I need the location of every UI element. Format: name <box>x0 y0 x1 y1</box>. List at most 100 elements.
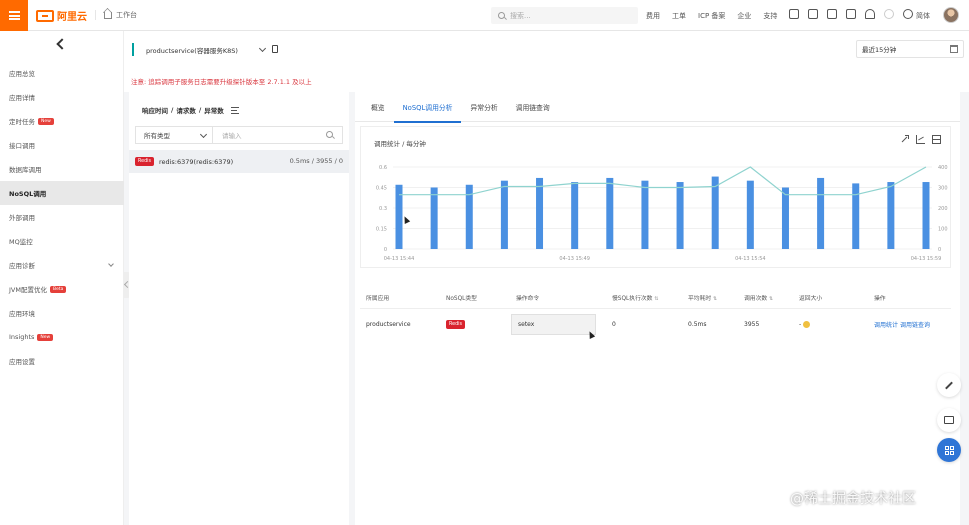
sidebar-item-label: MQ监控 <box>9 238 33 246</box>
sidebar-item[interactable]: JVM配置优化 Beta <box>0 277 124 301</box>
chat-icon <box>944 416 954 424</box>
nav-link-icp[interactable]: ICP 备案 <box>698 11 725 21</box>
nav-link-support[interactable]: 支持 <box>763 11 777 21</box>
chart-bar <box>606 177 614 249</box>
nav-link-tickets[interactable]: 工单 <box>672 11 686 21</box>
message-icon[interactable] <box>827 9 837 19</box>
sidebar-item[interactable]: 应用设置 <box>0 349 124 373</box>
header-sep-2: / <box>198 106 202 114</box>
th-calls[interactable]: 调用次数 ⇅ <box>744 293 773 302</box>
service-header: productservice(容器服务K8S) 最近15分钟 <box>124 31 969 71</box>
header-request-count[interactable]: 请求数 <box>176 105 196 115</box>
sidebar-item-badge: New <box>38 117 54 125</box>
th-slow-count[interactable]: 慢SQL执行次数 ⇅ <box>612 293 659 302</box>
user-avatar[interactable] <box>943 7 959 23</box>
y-right-tick-label: 100 <box>938 227 948 233</box>
line-chart-icon[interactable] <box>916 135 925 144</box>
sidebar-item[interactable]: 外部调用 <box>0 205 124 229</box>
y-right-tick-label: 200 <box>938 206 948 212</box>
top-bar: 阿里云 工作台 搜索... 费用 工单 ICP 备案 企业 支持 简体 <box>0 0 969 31</box>
help-icon[interactable] <box>903 9 913 19</box>
search-icon[interactable] <box>326 131 333 138</box>
service-select[interactable]: productservice(容器服务K8S) <box>141 41 271 58</box>
nav-link-billing[interactable]: 费用 <box>646 11 660 21</box>
sort-icon[interactable]: ⇅ <box>654 296 658 302</box>
sidebar-item[interactable]: 定时任务 New <box>0 109 124 133</box>
header-sep-1: / <box>171 106 174 114</box>
cell-command: setex <box>511 313 596 335</box>
tab-overview[interactable]: 概览 <box>362 92 394 122</box>
edit-float-button[interactable] <box>937 373 961 397</box>
feedback-float-button[interactable] <box>937 408 961 432</box>
chevron-down-icon <box>108 261 114 267</box>
sort-icon[interactable] <box>230 106 239 114</box>
sort-icon[interactable]: ⇅ <box>713 296 717 302</box>
sidebar-item[interactable]: 应用环境 <box>0 301 124 325</box>
logo-text: 阿里云 <box>57 12 87 23</box>
expand-icon[interactable] <box>900 135 909 144</box>
language-switch[interactable]: 简体 <box>916 11 930 21</box>
y-left-tick-label: 0.6 <box>379 165 387 171</box>
chart-bar <box>817 177 825 249</box>
sidebar-item-label: 应用总览 <box>9 70 35 78</box>
sidebar-item[interactable]: MQ监控 <box>0 229 124 253</box>
global-search-input[interactable]: 搜索... <box>491 7 638 24</box>
sidebar-item[interactable]: NoSQL调用 <box>0 181 124 205</box>
back-arrow-icon[interactable] <box>56 38 68 50</box>
service-select-value: productservice(容器服务K8S) <box>146 46 238 55</box>
tab-trace-query[interactable]: 调用链查询 <box>507 92 559 122</box>
th-avg-time[interactable]: 平均耗时 ⇅ <box>688 293 717 302</box>
sidebar-item[interactable]: Insights New <box>0 325 124 349</box>
sidebar-item[interactable]: 数据库调用 <box>0 157 124 181</box>
nav-link-enterprise[interactable]: 企业 <box>737 11 751 21</box>
instance-list-header: 响应时间 / 请求数 / 异常数 <box>142 105 239 115</box>
operation-table: 所属应用 NoSQL类型 操作命令 慢SQL执行次数 ⇅ 平均耗时 ⇅ 调用次数… <box>360 287 951 339</box>
type-filter-select[interactable]: 所有类型 <box>136 127 213 143</box>
apps-float-button[interactable] <box>937 438 961 462</box>
sidebar-item-label: 定时任务 <box>9 118 35 126</box>
th-slow-count-label: 慢SQL执行次数 <box>612 296 653 302</box>
analysis-panel: 概览 NoSQL调用分析 异常分析 调用链查询 调用统计 / 每分钟 0 0.15… <box>355 92 960 525</box>
screen-icon[interactable] <box>808 9 818 19</box>
table-view-icon[interactable] <box>932 135 941 144</box>
sidebar-item-label: 应用诊断 <box>9 262 35 270</box>
aliyun-logo[interactable]: 阿里云 <box>36 8 87 23</box>
sidebar-item[interactable]: 应用详情 <box>0 85 124 109</box>
header-error-count[interactable]: 异常数 <box>204 105 224 115</box>
instance-list-item[interactable]: Redis redis:6379(redis:6379) 0.5ms / 395… <box>129 150 349 173</box>
workbench-link[interactable]: 工作台 <box>95 10 137 20</box>
home-icon <box>104 11 112 19</box>
cell-return-size-value: - <box>799 320 802 328</box>
y-left-tick-label: 0.15 <box>376 227 387 233</box>
header-response-time[interactable]: 响应时间 <box>142 105 168 115</box>
table-header-row: 所属应用 NoSQL类型 操作命令 慢SQL执行次数 ⇅ 平均耗时 ⇅ 调用次数… <box>360 287 951 309</box>
chart-bar <box>430 187 438 249</box>
th-command: 操作命令 <box>516 296 540 302</box>
sidebar-item-label: 应用详情 <box>9 94 35 102</box>
bell-icon[interactable] <box>865 9 875 19</box>
instance-search-input[interactable]: 请输入 <box>213 127 342 143</box>
call-stats-link[interactable]: 调用统计 <box>874 322 898 329</box>
chart-bar <box>852 183 860 249</box>
terminal-icon[interactable] <box>789 9 799 19</box>
hamburger-menu-button[interactable] <box>0 0 28 31</box>
cart-icon[interactable] <box>846 9 856 19</box>
sidebar-item[interactable]: 应用总览 <box>0 61 124 85</box>
sidebar-item[interactable]: 应用诊断 <box>0 253 124 277</box>
nosql-instance-panel: 响应时间 / 请求数 / 异常数 所有类型 请输入 Redis redis:63… <box>129 92 349 525</box>
trace-query-link[interactable]: 调用链查询 <box>900 322 930 329</box>
th-app: 所属应用 <box>366 296 390 302</box>
grid-icon <box>944 445 954 455</box>
sort-icon[interactable]: ⇅ <box>769 296 773 302</box>
sidebar-item-label: 数据库调用 <box>9 166 42 174</box>
lightbulb-icon[interactable] <box>884 9 894 19</box>
emoji-icon <box>803 320 811 328</box>
tab-nosql-analysis[interactable]: NoSQL调用分析 <box>393 92 462 123</box>
copy-icon[interactable] <box>272 45 278 53</box>
time-range-picker[interactable]: 最近15分钟 <box>856 40 964 58</box>
table-row: productservice Redis setex 0 0.5ms 3955 … <box>360 309 951 339</box>
tab-error-analysis[interactable]: 异常分析 <box>461 92 506 122</box>
sidebar-item[interactable]: 接口调用 <box>0 133 124 157</box>
sidebar-item-label: NoSQL调用 <box>9 190 47 198</box>
sidebar-item-label: 接口调用 <box>9 142 35 150</box>
